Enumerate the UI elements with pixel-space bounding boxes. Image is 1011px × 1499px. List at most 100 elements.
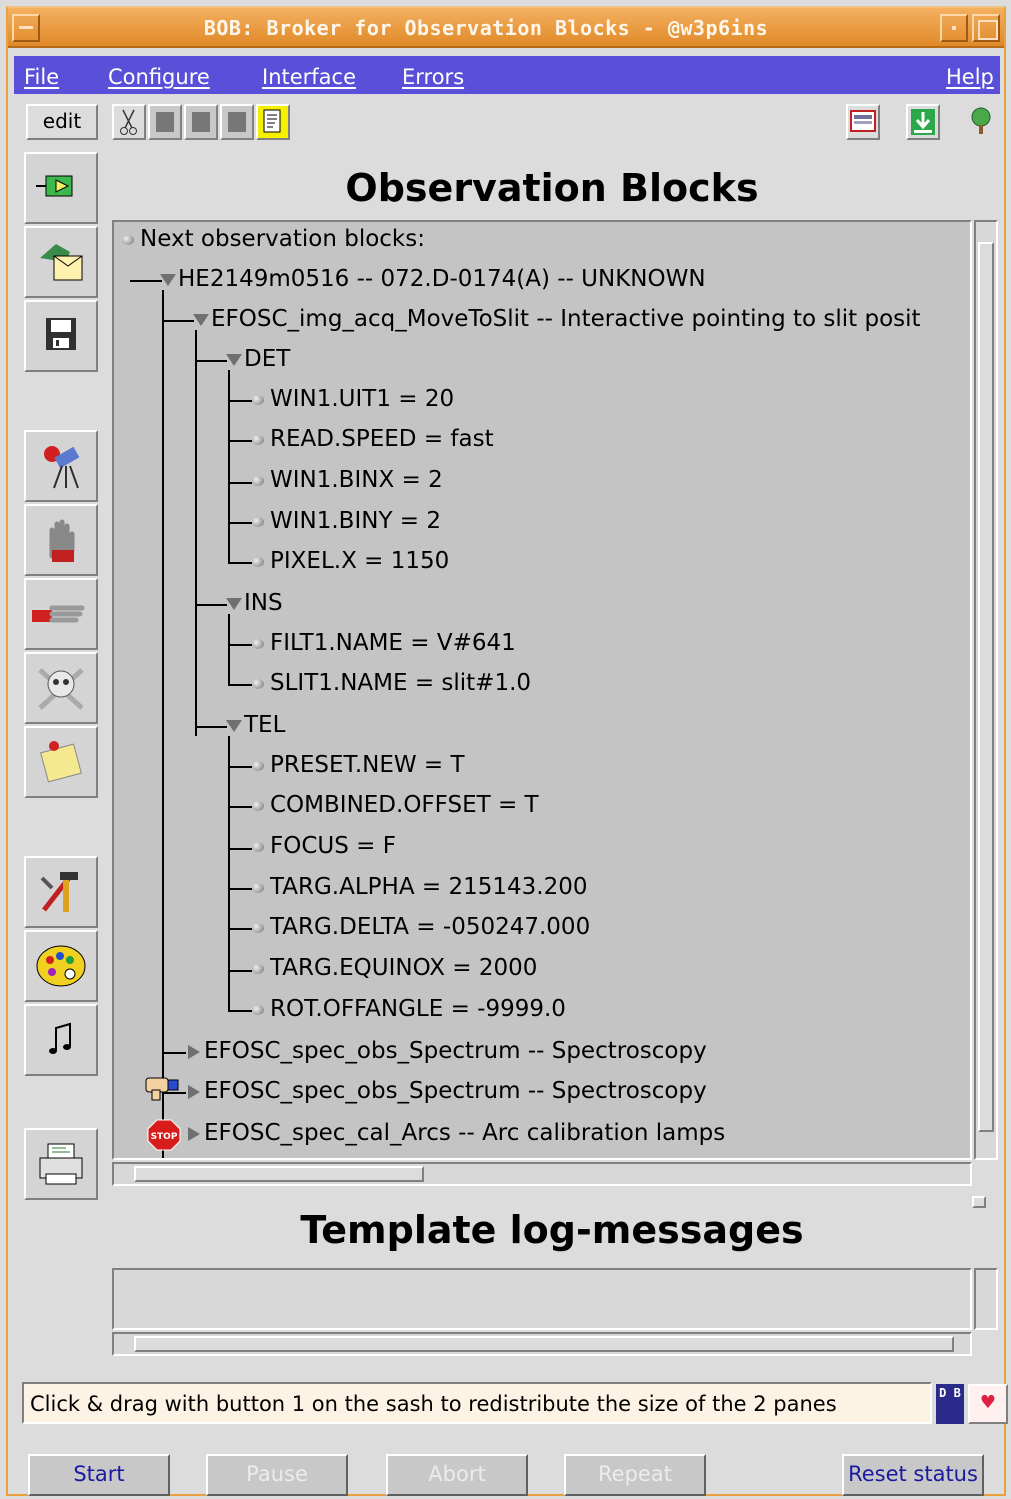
- repeat-button[interactable]: Repeat: [564, 1454, 706, 1496]
- palette-icon[interactable]: [24, 930, 98, 1002]
- tree-param-node[interactable]: TARG.ALPHA = 215143.200: [252, 874, 587, 900]
- edit-button[interactable]: edit: [26, 104, 98, 140]
- collapsed-triangle-icon[interactable]: [188, 1126, 200, 1141]
- log-vertical-scrollbar[interactable]: [974, 1268, 998, 1330]
- tree-template-node[interactable]: EFOSC_spec_cal_Arcs -- Arc calibration l…: [188, 1120, 725, 1146]
- tree-vertical-scrollbar[interactable]: [974, 220, 998, 1160]
- template-label: EFOSC_spec_obs_Spectrum -- Spectroscopy: [204, 1078, 707, 1104]
- leaf-icon: [252, 841, 264, 852]
- scroll-thumb[interactable]: [134, 1166, 424, 1182]
- pointing-hand-icon[interactable]: [24, 578, 98, 650]
- download-icon[interactable]: [906, 104, 940, 140]
- tree-param-node[interactable]: WIN1.BINX = 2: [252, 467, 443, 493]
- menu-errors[interactable]: Errors: [402, 65, 464, 89]
- maximize-button[interactable]: [972, 14, 1000, 42]
- music-icon[interactable]: [24, 1004, 98, 1076]
- paste-alt-icon[interactable]: [220, 104, 254, 140]
- tree-param-node[interactable]: SLIT1.NAME = slit#1.0: [252, 670, 531, 696]
- menu-help[interactable]: Help: [946, 65, 994, 89]
- menu-bar: File Configure Interface Errors Help: [14, 56, 1000, 94]
- template-label: EFOSC_img_acq_MoveToSlit -- Interactive …: [211, 306, 921, 332]
- expanded-triangle-icon[interactable]: [226, 597, 242, 610]
- title-bar[interactable]: BOB: Broker for Observation Blocks - @w3…: [8, 8, 1004, 48]
- tree-group-node[interactable]: DET: [226, 346, 290, 372]
- tree-horizontal-scrollbar[interactable]: [112, 1162, 972, 1186]
- scroll-thumb[interactable]: [134, 1336, 954, 1352]
- param-label: TARG.DELTA = -050247.000: [270, 914, 591, 940]
- menu-file[interactable]: File: [24, 65, 59, 89]
- log-messages-area[interactable]: [112, 1268, 972, 1330]
- tree-param-node[interactable]: PIXEL.X = 1150: [252, 548, 449, 574]
- pane-sash[interactable]: [972, 1196, 986, 1208]
- telescope-icon[interactable]: [24, 430, 98, 502]
- tree-param-node[interactable]: COMBINED.OFFSET = T: [252, 792, 539, 818]
- ob-tree[interactable]: Next observation blocks: HE2149m0516 -- …: [112, 220, 972, 1160]
- param-label: WIN1.BINY = 2: [270, 508, 442, 534]
- tree-ob-node[interactable]: HE2149m0516 -- 072.D-0174(A) -- UNKNOWN: [160, 266, 706, 292]
- copy-icon[interactable]: [148, 104, 182, 140]
- skull-icon[interactable]: [24, 652, 98, 724]
- main-pane: Observation Blocks Next observation bloc…: [104, 152, 1000, 1362]
- collapsed-triangle-icon[interactable]: [188, 1044, 200, 1059]
- tree-param-node[interactable]: WIN1.BINY = 2: [252, 508, 441, 534]
- ob-label: HE2149m0516 -- 072.D-0174(A) -- UNKNOWN: [178, 266, 706, 292]
- tree-param-node[interactable]: ROT.OFFANGLE = -9999.0: [252, 996, 566, 1022]
- tree-template-node[interactable]: EFOSC_spec_obs_Spectrum -- Spectroscopy: [188, 1038, 707, 1064]
- reset-status-button[interactable]: Reset status: [842, 1454, 984, 1496]
- tree-param-node[interactable]: PRESET.NEW = T: [252, 752, 465, 778]
- thumb-down-icon: [144, 1074, 184, 1110]
- notepad-icon[interactable]: [256, 104, 290, 140]
- tree-param-node[interactable]: FILT1.NAME = V#641: [252, 630, 516, 656]
- stop-hand-icon[interactable]: [24, 504, 98, 576]
- stop-icon: STOP: [146, 1118, 182, 1158]
- database-icon[interactable]: D B: [936, 1384, 964, 1424]
- tree-param-node[interactable]: WIN1.UIT1 = 20: [252, 386, 454, 412]
- tree-group-node[interactable]: TEL: [226, 712, 285, 738]
- menu-interface[interactable]: Interface: [262, 65, 356, 89]
- tree-param-node[interactable]: TARG.EQUINOX = 2000: [252, 955, 537, 981]
- display-icon[interactable]: [846, 104, 880, 140]
- save-icon[interactable]: [24, 300, 98, 372]
- expanded-triangle-icon[interactable]: [193, 313, 209, 326]
- scroll-thumb[interactable]: [978, 242, 994, 1132]
- tree-param-node[interactable]: FOCUS = F: [252, 833, 396, 859]
- printer-icon[interactable]: [24, 1128, 98, 1200]
- template-label: EFOSC_spec_cal_Arcs -- Arc calibration l…: [204, 1120, 726, 1146]
- note-icon[interactable]: [24, 726, 98, 798]
- expanded-triangle-icon[interactable]: [160, 273, 176, 286]
- param-label: TARG.ALPHA = 215143.200: [270, 874, 588, 900]
- paste-icon[interactable]: [184, 104, 218, 140]
- leaf-icon: [252, 1004, 264, 1015]
- window-menu-button[interactable]: [12, 14, 40, 42]
- cut-icon[interactable]: [112, 104, 146, 140]
- tree-param-node[interactable]: TARG.DELTA = -050247.000: [252, 914, 590, 940]
- expanded-triangle-icon[interactable]: [226, 353, 242, 366]
- tree-template-node[interactable]: EFOSC_img_acq_MoveToSlit -- Interactive …: [193, 306, 921, 332]
- heart-icon[interactable]: ♥: [968, 1384, 1008, 1424]
- leaf-icon: [252, 882, 264, 893]
- start-button[interactable]: Start: [28, 1454, 170, 1496]
- tree-group-node[interactable]: INS: [226, 590, 283, 616]
- tree-template-node[interactable]: EFOSC_spec_obs_Spectrum -- Spectroscopy: [188, 1078, 707, 1104]
- collapsed-triangle-icon[interactable]: [188, 1084, 200, 1099]
- pause-button[interactable]: Pause: [206, 1454, 348, 1496]
- log-horizontal-scrollbar[interactable]: [112, 1332, 972, 1356]
- tree-root-label: Next observation blocks:: [140, 226, 425, 252]
- param-label: FILT1.NAME = V#641: [270, 630, 516, 656]
- param-label: FOCUS = F: [270, 833, 396, 859]
- template-log-heading: Template log-messages: [300, 1208, 804, 1252]
- param-label: PIXEL.X = 1150: [270, 548, 450, 574]
- minimize-button[interactable]: [940, 14, 968, 42]
- group-label: INS: [244, 590, 283, 616]
- group-label: DET: [244, 346, 291, 372]
- load-ob-icon[interactable]: [24, 152, 98, 224]
- expanded-triangle-icon[interactable]: [226, 719, 242, 732]
- abort-button[interactable]: Abort: [386, 1454, 528, 1496]
- tools-icon[interactable]: [24, 856, 98, 928]
- tree-icon[interactable]: [964, 104, 998, 140]
- param-label: COMBINED.OFFSET = T: [270, 792, 539, 818]
- tree-param-node[interactable]: READ.SPEED = fast: [252, 426, 494, 452]
- param-label: WIN1.UIT1 = 20: [270, 386, 455, 412]
- menu-configure[interactable]: Configure: [108, 65, 210, 89]
- fetch-ob-icon[interactable]: [24, 226, 98, 298]
